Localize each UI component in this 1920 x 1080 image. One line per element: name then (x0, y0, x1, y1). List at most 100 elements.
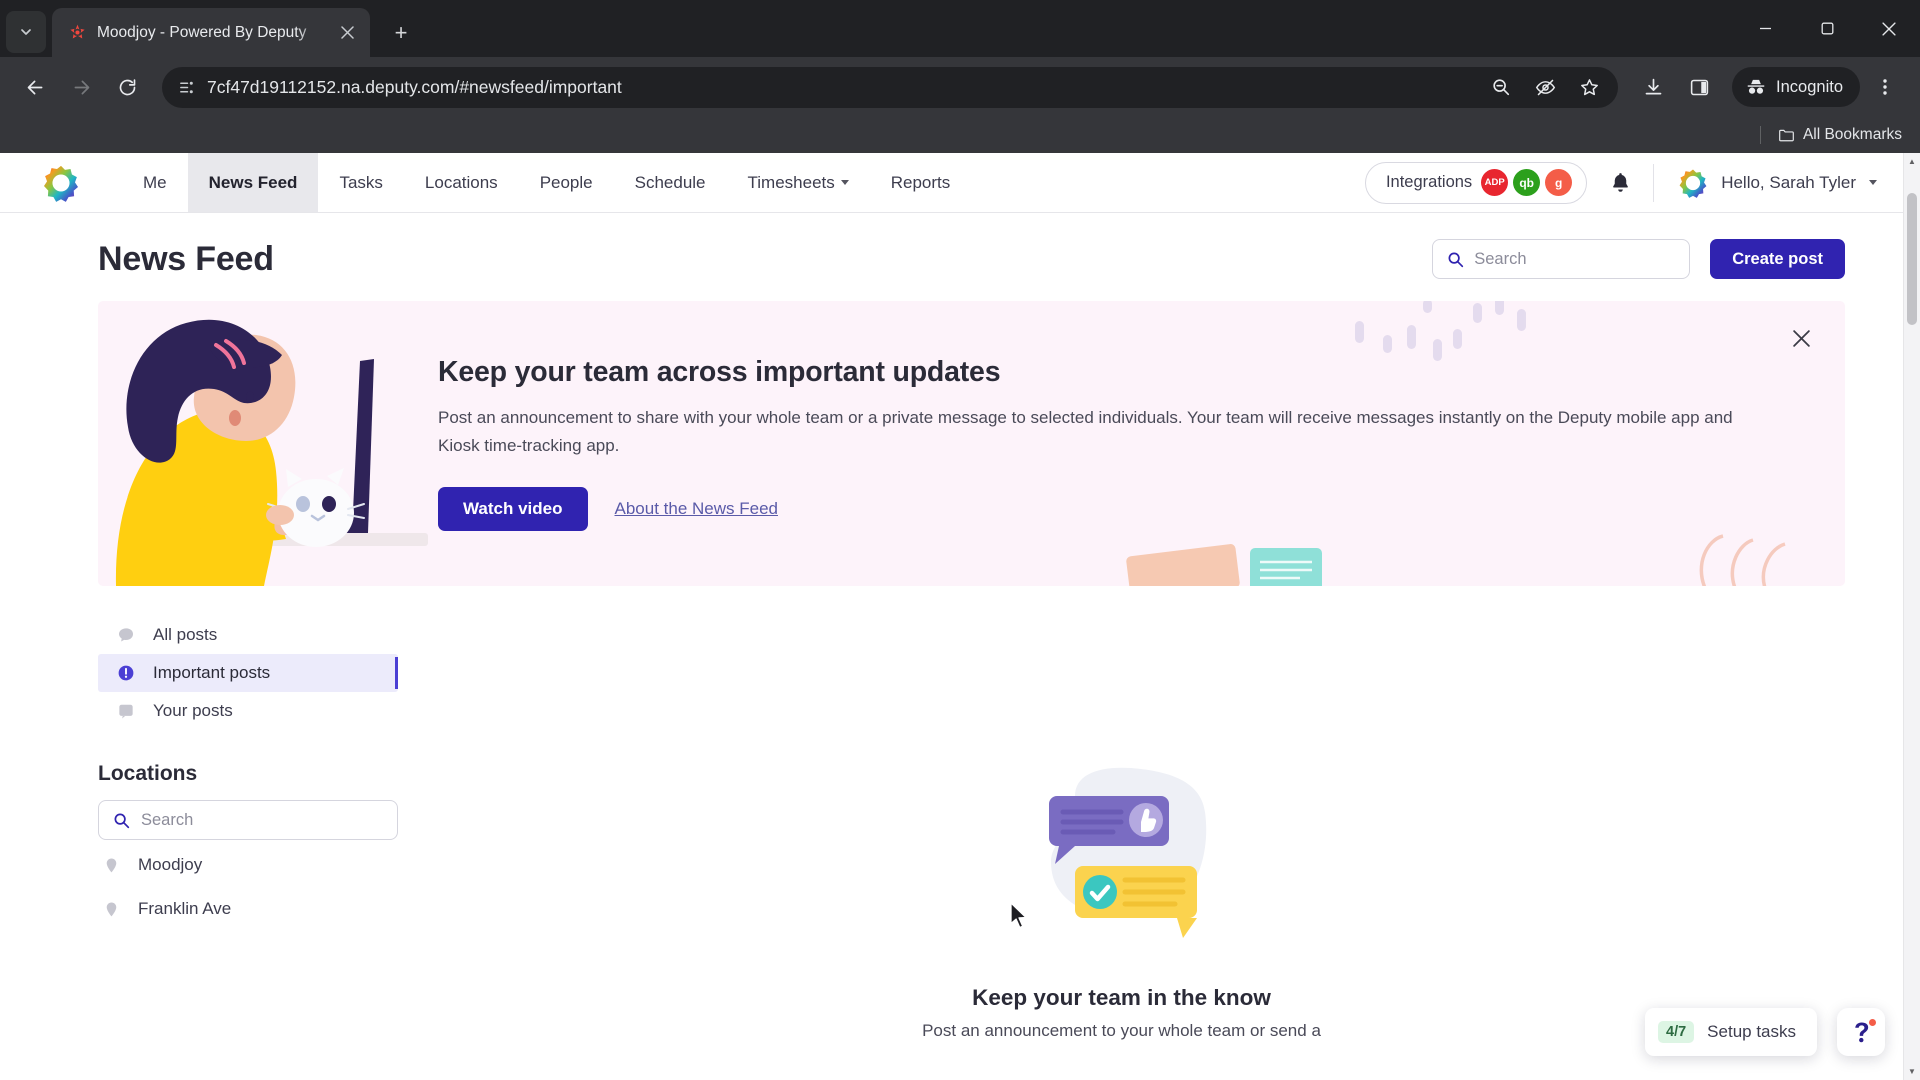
scrollbar-thumb[interactable] (1907, 193, 1917, 325)
page-scroll-area: Me News Feed Tasks Locations People Sche… (0, 153, 1903, 1080)
nav-item-schedule[interactable]: Schedule (614, 153, 727, 212)
bookmarks-divider (1759, 126, 1761, 144)
tab-search-chevron-icon[interactable] (6, 11, 46, 53)
important-alert-icon (117, 664, 135, 682)
filter-label: Your posts (153, 701, 233, 720)
user-menu[interactable]: Hello, Sarah Tyler (1660, 168, 1887, 198)
folder-icon (1778, 127, 1795, 144)
filter-your-posts[interactable]: Your posts (98, 692, 398, 730)
question-mark-icon (1849, 1018, 1876, 1045)
nav-item-people[interactable]: People (519, 153, 614, 212)
locations-search-input[interactable] (141, 810, 383, 830)
all-bookmarks-button[interactable]: All Bookmarks (1778, 126, 1902, 144)
browser-toolbar: 7cf47d19112152.na.deputy.com/#newsfeed/i… (0, 57, 1920, 117)
nav-label: People (539, 172, 593, 192)
tab-title: Moodjoy - Powered By Deputy (97, 23, 307, 41)
about-news-feed-link[interactable]: About the News Feed (615, 499, 778, 519)
address-bar[interactable]: 7cf47d19112152.na.deputy.com/#newsfeed/i… (162, 66, 1619, 108)
scroll-down-arrow-icon[interactable]: ▼ (1904, 1063, 1920, 1080)
nav-label: Me (143, 172, 167, 192)
feed-search[interactable] (1432, 239, 1691, 279)
watch-video-button[interactable]: Watch video (438, 486, 588, 531)
nav-label: Schedule (634, 172, 706, 192)
nav-item-me[interactable]: Me (122, 153, 188, 212)
zoom-out-icon[interactable] (1480, 66, 1522, 108)
create-post-button[interactable]: Create post (1710, 239, 1845, 279)
adp-badge[interactable]: ADP (1481, 169, 1509, 196)
news-feed-promo-banner: Keep your team across important updates … (98, 301, 1845, 586)
tracking-protection-icon[interactable] (1524, 66, 1566, 108)
page-scrollbar[interactable]: ▲ ▼ (1903, 153, 1920, 1080)
locations-section-title: Locations (98, 762, 198, 785)
feed-sidebar: All posts Important posts Your posts Loc… (98, 616, 398, 1041)
filter-label: Important posts (153, 663, 271, 682)
deputy-logo[interactable] (42, 153, 122, 212)
help-button[interactable] (1837, 1008, 1885, 1056)
incognito-label: Incognito (1776, 77, 1843, 96)
integration-badges: ADP qb g (1481, 169, 1573, 196)
setup-tasks-widget[interactable]: 4/7 Setup tasks (1645, 1008, 1817, 1056)
user-avatar (1678, 168, 1708, 198)
window-minimize-button[interactable] (1734, 0, 1796, 57)
woman-at-laptop-with-cat-illustration (98, 301, 438, 586)
window-maximize-button[interactable] (1796, 0, 1858, 57)
bookmarks-bar: All Bookmarks (0, 117, 1920, 153)
chrome-menu-icon[interactable] (1864, 66, 1906, 108)
banner-description: Post an announcement to share with your … (438, 408, 1733, 455)
window-controls (1734, 0, 1920, 57)
nav-item-reports[interactable]: Reports (870, 153, 972, 212)
integrations-button[interactable]: Integrations ADP qb g (1364, 161, 1588, 204)
search-icon (1447, 251, 1464, 268)
filter-important-posts[interactable]: Important posts (98, 654, 398, 692)
location-label: Franklin Ave (138, 899, 232, 918)
location-label: Moodjoy (138, 855, 203, 874)
page-title: News Feed (98, 239, 274, 278)
back-icon[interactable] (14, 66, 56, 108)
nav-item-news-feed[interactable]: News Feed (187, 153, 319, 212)
address-bar-url: 7cf47d19112152.na.deputy.com/#newsfeed/i… (207, 76, 622, 97)
new-tab-button[interactable]: + (384, 16, 418, 50)
nav-item-tasks[interactable]: Tasks (318, 153, 403, 212)
search-input[interactable] (1474, 249, 1676, 269)
app-navigation: Me News Feed Tasks Locations People Sche… (0, 153, 1903, 213)
nav-item-timesheets[interactable]: Timesheets (727, 153, 870, 212)
nav-label: Tasks (339, 172, 383, 192)
bell-icon (1609, 171, 1632, 194)
setup-tasks-count: 4/7 (1658, 1021, 1695, 1043)
feed-layout: All posts Important posts Your posts Loc… (98, 616, 1845, 1041)
downloads-icon[interactable] (1632, 66, 1674, 108)
nav-label: News Feed (208, 172, 298, 192)
site-info-icon[interactable] (178, 78, 197, 97)
filter-all-posts[interactable]: All posts (98, 616, 398, 654)
web-page: Me News Feed Tasks Locations People Sche… (0, 153, 1920, 1080)
gusto-badge[interactable]: g (1545, 169, 1573, 196)
nav-item-locations[interactable]: Locations (404, 153, 519, 212)
scroll-up-arrow-icon[interactable]: ▲ (1904, 153, 1920, 170)
setup-tasks-label: Setup tasks (1707, 1022, 1796, 1041)
location-item-franklin-ave[interactable]: Franklin Ave (98, 890, 398, 928)
comment-icon (117, 626, 135, 644)
locations-search[interactable] (98, 800, 398, 840)
banner-close-icon[interactable] (1792, 329, 1811, 352)
window-close-button[interactable] (1858, 0, 1920, 57)
incognito-icon (1745, 76, 1767, 98)
banner-heading: Keep your team across important updates (438, 356, 1001, 389)
reload-icon[interactable] (106, 66, 148, 108)
user-greeting: Hello, Sarah Tyler (1721, 172, 1856, 192)
notifications-button[interactable] (1593, 171, 1647, 194)
chevron-down-icon (1869, 180, 1877, 185)
location-item-moodjoy[interactable]: Moodjoy (98, 846, 398, 884)
app-nav-right: Integrations ADP qb g Hello, Sarah Tyler (1364, 153, 1903, 212)
forward-icon[interactable] (60, 66, 102, 108)
side-panel-icon[interactable] (1678, 66, 1720, 108)
tab-strip: Moodjoy - Powered By Deputy + (0, 0, 1920, 57)
nav-label: Timesheets (747, 172, 835, 192)
page-header-actions: Create post (1432, 239, 1845, 279)
browser-tab[interactable]: Moodjoy - Powered By Deputy (52, 8, 370, 57)
tab-close-icon[interactable] (334, 20, 360, 46)
bookmark-star-icon[interactable] (1568, 66, 1610, 108)
incognito-profile-button[interactable]: Incognito (1732, 67, 1860, 107)
banner-actions: Watch video About the News Feed (438, 486, 1755, 531)
quickbooks-badge[interactable]: qb (1513, 169, 1541, 196)
search-icon (113, 812, 130, 829)
